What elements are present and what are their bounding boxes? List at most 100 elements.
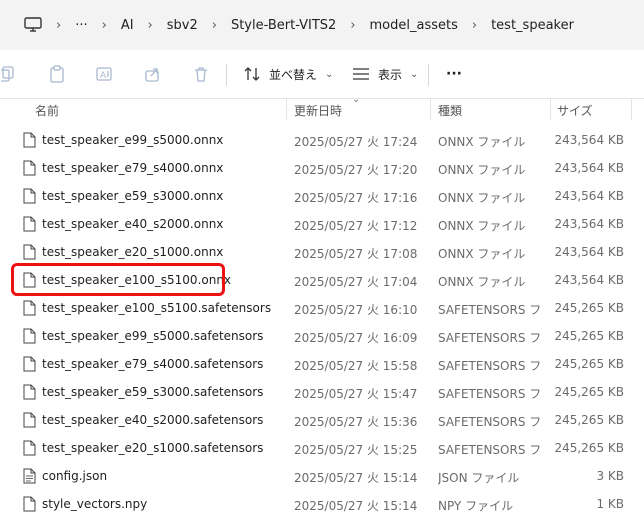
file-size: 243,564 KB: [554, 217, 624, 231]
sort-label: 並べ替え: [269, 67, 318, 82]
file-row[interactable]: test_speaker_e100_s5100.safetensors 2025…: [0, 294, 644, 322]
file-icon: [23, 440, 36, 456]
file-name: test_speaker_e59_s3000.safetensors: [42, 385, 264, 399]
sort-button[interactable]: 並べ替え ⌄: [243, 62, 333, 86]
file-date: 2025/05/27 火 15:14: [294, 499, 418, 513]
view-button[interactable]: 表示 ⌄: [352, 62, 418, 86]
file-type: ONNX ファイル: [438, 191, 526, 205]
column-header-size[interactable]: サイズ: [557, 102, 593, 119]
file-size: 243,564 KB: [554, 189, 624, 203]
column-divider[interactable]: [430, 98, 431, 120]
file-size: 245,265 KB: [554, 329, 624, 343]
file-name: test_speaker_e79_s4000.onnx: [42, 161, 224, 175]
file-icon: [23, 384, 36, 400]
paste-icon[interactable]: [47, 64, 67, 84]
file-size: 245,265 KB: [554, 413, 624, 427]
rename-icon[interactable]: A: [95, 64, 115, 84]
column-header-name[interactable]: 名前: [35, 102, 59, 119]
column-divider[interactable]: [550, 98, 551, 120]
file-name: test_speaker_e99_s5000.onnx: [42, 133, 224, 147]
column-header-row: 名前 更新日時 ⌄ 種類 サイズ: [0, 94, 644, 122]
file-date: 2025/05/27 火 15:36: [294, 415, 418, 429]
file-type: ONNX ファイル: [438, 163, 526, 177]
file-size: 243,564 KB: [554, 245, 624, 259]
column-header-type[interactable]: 種類: [438, 102, 462, 119]
chevron-right-icon: ›: [471, 17, 478, 33]
view-list-icon: [352, 67, 370, 81]
file-size: 243,564 KB: [554, 133, 624, 147]
breadcrumb-item-model-assets[interactable]: model_assets: [364, 8, 464, 42]
sort-indicator-icon: ⌄: [352, 94, 361, 105]
chevron-right-icon: ›: [101, 17, 107, 33]
file-row[interactable]: test_speaker_e59_s3000.safetensors 2025/…: [0, 378, 644, 406]
file-date: 2025/05/27 火 17:16: [294, 191, 418, 205]
file-row[interactable]: test_speaker_e99_s5000.safetensors 2025/…: [0, 322, 644, 350]
file-row-highlighted[interactable]: test_speaker_e100_s5100.onnx 2025/05/27 …: [0, 266, 644, 294]
column-divider[interactable]: [631, 98, 632, 120]
file-type: SAFETENSORS ファ...: [438, 359, 542, 373]
file-size: 245,265 KB: [554, 301, 624, 315]
breadcrumb-item-sbv2[interactable]: sbv2: [161, 8, 204, 42]
file-icon: [23, 300, 36, 316]
file-row[interactable]: test_speaker_e79_s4000.safetensors 2025/…: [0, 350, 644, 378]
file-type: NPY ファイル: [438, 499, 514, 513]
file-date: 2025/05/27 火 17:04: [294, 275, 418, 289]
column-header-date[interactable]: 更新日時: [294, 102, 342, 119]
file-row[interactable]: test_speaker_e79_s4000.onnx 2025/05/27 火…: [0, 154, 644, 182]
file-date: 2025/05/27 火 17:24: [294, 135, 418, 149]
file-name: test_speaker_e40_s2000.onnx: [42, 217, 224, 231]
file-icon: [23, 216, 36, 232]
chevron-right-icon: ›: [350, 17, 356, 33]
more-options-button[interactable]: ···: [446, 62, 462, 86]
breadcrumb-item-style-bert-vits2[interactable]: Style-Bert-VITS2: [225, 8, 342, 42]
file-size: 245,265 KB: [554, 357, 624, 371]
column-divider[interactable]: [286, 98, 287, 120]
file-row[interactable]: config.json 2025/05/27 火 15:14 JSON ファイル…: [0, 462, 644, 490]
breadcrumb-item-test-speaker[interactable]: test_speaker: [485, 8, 580, 42]
file-icon: [23, 412, 36, 428]
file-row[interactable]: test_speaker_e59_s3000.onnx 2025/05/27 火…: [0, 182, 644, 210]
file-icon: [23, 272, 36, 288]
file-name: test_speaker_e100_s5100.onnx: [42, 273, 232, 287]
file-row[interactable]: test_speaker_e40_s2000.onnx 2025/05/27 火…: [0, 210, 644, 238]
view-label: 表示: [378, 67, 403, 82]
file-row[interactable]: test_speaker_e40_s2000.safetensors 2025/…: [0, 406, 644, 434]
file-row[interactable]: test_speaker_e20_s1000.safetensors 2025/…: [0, 434, 644, 462]
file-icon: [23, 244, 36, 260]
breadcrumb-item-ai[interactable]: AI: [115, 8, 140, 42]
file-icon: [23, 188, 36, 204]
file-name: test_speaker_e79_s4000.safetensors: [42, 357, 264, 371]
share-icon[interactable]: [143, 64, 163, 84]
file-icon: [23, 328, 36, 344]
file-name: style_vectors.npy: [42, 497, 148, 511]
file-row[interactable]: test_speaker_e99_s5000.onnx 2025/05/27 火…: [0, 126, 644, 154]
file-type: ONNX ファイル: [438, 219, 526, 233]
toolbar-divider: [226, 64, 227, 86]
file-date: 2025/05/27 火 17:08: [294, 247, 418, 261]
file-type: ONNX ファイル: [438, 135, 526, 149]
breadcrumb-more[interactable]: ···: [69, 8, 93, 42]
file-date: 2025/05/27 火 16:10: [294, 303, 418, 317]
toolbar-divider: [428, 64, 429, 86]
file-name: test_speaker_e59_s3000.onnx: [42, 189, 224, 203]
file-name: config.json: [42, 469, 108, 483]
computer-icon[interactable]: [18, 8, 48, 42]
file-date: 2025/05/27 火 15:47: [294, 387, 418, 401]
file-type: SAFETENSORS ファ...: [438, 443, 542, 457]
chevron-right-icon: ›: [56, 17, 62, 33]
file-size: 3 KB: [596, 469, 624, 483]
file-size: 245,265 KB: [554, 441, 624, 455]
chevron-right-icon: ›: [211, 17, 217, 33]
command-toolbar: A 並べ替え ⌄ 表示 ⌄ ···: [0, 50, 644, 99]
file-type: SAFETENSORS ファ...: [438, 303, 542, 317]
file-date: 2025/05/27 火 17:20: [294, 163, 418, 177]
file-icon: [23, 160, 36, 176]
file-type: ONNX ファイル: [438, 275, 526, 289]
file-type: ONNX ファイル: [438, 247, 526, 261]
copy-icon[interactable]: [0, 64, 20, 84]
file-row[interactable]: style_vectors.npy 2025/05/27 火 15:14 NPY…: [0, 490, 644, 518]
file-type: SAFETENSORS ファ...: [438, 415, 542, 429]
file-row[interactable]: test_speaker_e20_s1000.onnx 2025/05/27 火…: [0, 238, 644, 266]
file-date: 2025/05/27 火 17:12: [294, 219, 418, 233]
trash-icon[interactable]: [191, 64, 211, 84]
